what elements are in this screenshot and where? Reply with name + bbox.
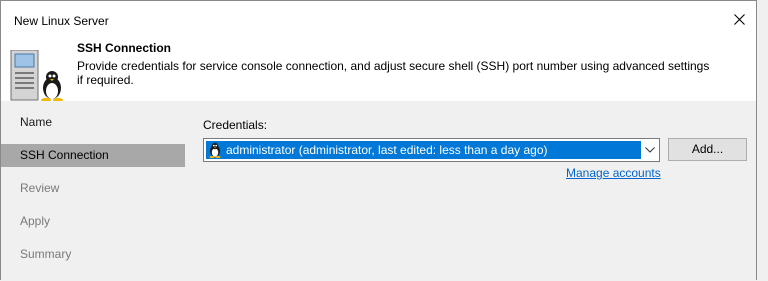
close-icon xyxy=(733,13,745,25)
step-ssh-connection[interactable]: SSH Connection xyxy=(1,144,185,167)
step-name[interactable]: Name xyxy=(1,111,185,134)
wizard-steps: Name SSH Connection Review Apply Summary xyxy=(1,101,185,281)
dropdown-arrow[interactable] xyxy=(641,139,659,161)
linux-server-icon xyxy=(10,50,63,102)
close-button[interactable] xyxy=(722,1,756,37)
credentials-selected-text: administrator (administrator, last edite… xyxy=(226,143,548,157)
title-bar: New Linux Server xyxy=(1,1,756,37)
linux-penguin-icon xyxy=(209,142,221,158)
wizard-body: Name SSH Connection Review Apply Summary… xyxy=(1,101,756,281)
window-title: New Linux Server xyxy=(14,14,109,28)
add-credentials-button[interactable]: Add... xyxy=(668,138,747,161)
step-apply: Apply xyxy=(20,214,51,228)
dialog-window: New Linux Server SSH Connection Provide … xyxy=(0,0,757,281)
step-review: Review xyxy=(20,181,60,195)
header-banner: SSH Connection Provide credentials for s… xyxy=(1,37,756,102)
step-content: Credentials: administrator (administrato… xyxy=(203,101,753,281)
credentials-label: Credentials: xyxy=(203,118,268,132)
chevron-down-icon xyxy=(645,147,655,153)
credentials-dropdown[interactable]: administrator (administrator, last edite… xyxy=(203,138,660,162)
manage-accounts-link[interactable]: Manage accounts xyxy=(566,166,661,180)
step-summary: Summary xyxy=(20,247,72,261)
banner-description: Provide credentials for service console … xyxy=(77,59,710,87)
credentials-selected-item: administrator (administrator, last edite… xyxy=(206,141,641,159)
banner-title: SSH Connection xyxy=(77,41,172,55)
